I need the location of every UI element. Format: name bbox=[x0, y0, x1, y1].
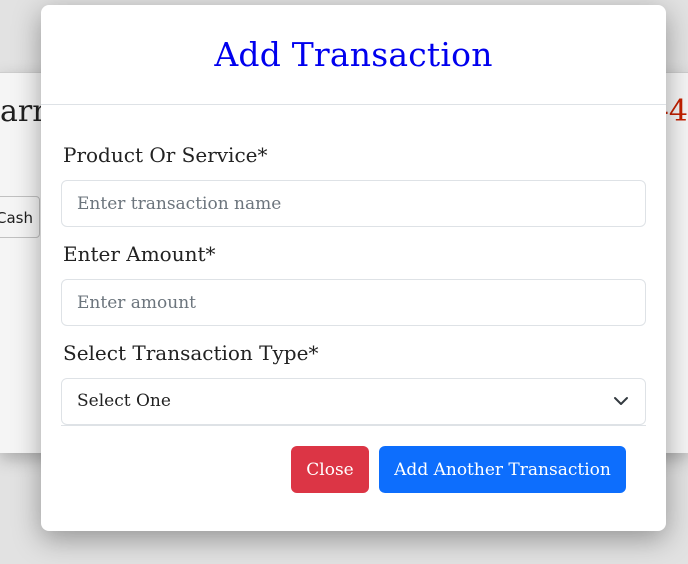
product-label: Product Or Service* bbox=[63, 143, 268, 167]
transaction-type-select[interactable]: Select One bbox=[61, 378, 646, 425]
add-transaction-modal: Add Transaction Product Or Service* Ente… bbox=[41, 5, 666, 531]
add-another-transaction-button[interactable]: Add Another Transaction bbox=[379, 446, 626, 493]
amount-input[interactable] bbox=[61, 279, 646, 326]
footer-divider bbox=[61, 425, 646, 426]
transaction-type-label: Select Transaction Type* bbox=[63, 341, 319, 365]
modal-header: Add Transaction bbox=[41, 5, 666, 105]
amount-label: Enter Amount* bbox=[63, 242, 216, 266]
chevron-down-icon bbox=[614, 397, 628, 405]
modal-footer: Close Add Another Transaction bbox=[41, 446, 666, 493]
transaction-type-selected: Select One bbox=[77, 391, 171, 411]
modal-body: Product Or Service* Enter Amount* Select… bbox=[41, 141, 666, 426]
modal-title: Add Transaction bbox=[214, 35, 493, 74]
product-input[interactable] bbox=[61, 180, 646, 227]
close-button[interactable]: Close bbox=[291, 446, 369, 493]
